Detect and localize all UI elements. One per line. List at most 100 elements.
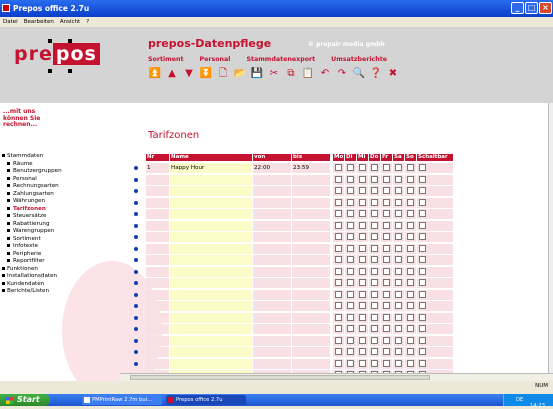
day-checkbox[interactable] bbox=[395, 198, 402, 206]
day-checkbox[interactable] bbox=[383, 187, 390, 194]
day-checkbox[interactable] bbox=[335, 198, 342, 206]
maximize-button[interactable]: □ bbox=[525, 2, 538, 14]
first-record-icon[interactable]: ⏫ bbox=[148, 67, 162, 81]
sidebar-item[interactable]: Steuersätze bbox=[2, 213, 62, 221]
day-checkbox[interactable] bbox=[335, 187, 342, 194]
nr-cell[interactable] bbox=[146, 209, 169, 219]
day-checkbox[interactable] bbox=[407, 290, 414, 298]
row-marker-icon[interactable] bbox=[134, 304, 138, 308]
nr-cell[interactable] bbox=[146, 335, 169, 346]
name-cell[interactable] bbox=[170, 255, 252, 265]
table-row[interactable] bbox=[134, 324, 456, 335]
day-checkbox[interactable] bbox=[335, 325, 342, 332]
close-icon[interactable]: ✖ bbox=[386, 67, 400, 81]
bis-cell[interactable] bbox=[292, 186, 330, 196]
day-checkbox[interactable] bbox=[395, 256, 402, 263]
von-cell[interactable] bbox=[253, 358, 291, 369]
day-checkbox[interactable] bbox=[383, 244, 390, 252]
von-cell[interactable] bbox=[253, 266, 291, 277]
day-checkbox[interactable] bbox=[383, 325, 390, 332]
table-row[interactable] bbox=[134, 347, 456, 358]
day-checkbox[interactable] bbox=[371, 348, 378, 355]
day-checkbox[interactable] bbox=[419, 210, 426, 217]
taskbar-item-prepos[interactable]: Prepos office 2.7u bbox=[166, 395, 246, 405]
row-marker-icon[interactable] bbox=[134, 315, 138, 320]
day-checkbox[interactable] bbox=[407, 187, 414, 194]
column-header[interactable]: Do bbox=[369, 154, 380, 161]
nr-cell[interactable] bbox=[146, 278, 169, 288]
table-row[interactable] bbox=[134, 278, 456, 289]
day-checkbox[interactable] bbox=[419, 187, 426, 194]
day-checkbox[interactable] bbox=[347, 267, 354, 275]
nr-cell[interactable] bbox=[146, 289, 169, 300]
day-checkbox[interactable] bbox=[359, 290, 366, 298]
day-checkbox[interactable] bbox=[419, 348, 426, 355]
day-checkbox[interactable] bbox=[383, 221, 390, 229]
nr-cell[interactable] bbox=[146, 174, 169, 185]
day-checkbox[interactable] bbox=[335, 256, 342, 263]
row-marker-icon[interactable] bbox=[134, 327, 138, 331]
column-header[interactable]: Sa bbox=[393, 154, 404, 161]
day-checkbox[interactable] bbox=[395, 336, 402, 344]
day-checkbox[interactable] bbox=[335, 336, 342, 344]
sidebar-item[interactable]: Rechnungsarten bbox=[2, 183, 62, 191]
name-cell[interactable] bbox=[170, 358, 252, 369]
table-row[interactable] bbox=[134, 209, 456, 220]
day-checkbox[interactable] bbox=[407, 233, 414, 240]
name-cell[interactable] bbox=[170, 197, 252, 208]
column-header[interactable]: Mi bbox=[357, 154, 368, 161]
day-checkbox[interactable] bbox=[419, 325, 426, 332]
day-checkbox[interactable] bbox=[347, 175, 354, 183]
von-cell[interactable] bbox=[253, 301, 291, 311]
day-checkbox[interactable] bbox=[347, 256, 354, 263]
language-indicator[interactable]: DE bbox=[516, 397, 523, 403]
day-checkbox[interactable] bbox=[395, 187, 402, 194]
scroll-thumb[interactable] bbox=[130, 375, 430, 380]
day-checkbox[interactable] bbox=[419, 267, 426, 275]
day-checkbox[interactable] bbox=[359, 187, 366, 194]
last-record-icon[interactable]: ⏬ bbox=[199, 67, 213, 81]
header-menu-item[interactable]: Stammdatenexport bbox=[246, 56, 315, 63]
day-checkbox[interactable] bbox=[371, 187, 378, 194]
row-marker-icon[interactable] bbox=[134, 177, 138, 182]
bis-cell[interactable] bbox=[292, 347, 330, 357]
name-cell[interactable] bbox=[170, 335, 252, 346]
sidebar-item[interactable]: Stammdaten bbox=[2, 153, 62, 161]
day-checkbox[interactable] bbox=[395, 290, 402, 298]
minimize-button[interactable]: _ bbox=[511, 2, 524, 14]
sidebar-item[interactable]: Installationsdaten bbox=[2, 273, 62, 281]
horizontal-scrollbar[interactable] bbox=[120, 373, 553, 381]
day-checkbox[interactable] bbox=[395, 348, 402, 355]
day-checkbox[interactable] bbox=[395, 210, 402, 217]
von-cell[interactable] bbox=[253, 347, 291, 357]
taskbar-item-pmprintraw[interactable]: PMPrintRaw 2.7m bui... bbox=[82, 395, 162, 405]
down-icon[interactable]: ▼ bbox=[182, 67, 196, 81]
nr-cell[interactable] bbox=[146, 266, 169, 277]
nr-cell[interactable] bbox=[146, 243, 169, 254]
sidebar-item[interactable]: Benutzergruppen bbox=[2, 168, 62, 176]
column-header[interactable]: Nr bbox=[146, 154, 169, 161]
paste-icon[interactable]: 📋 bbox=[301, 67, 315, 81]
bis-cell[interactable] bbox=[292, 209, 330, 219]
column-header[interactable]: bis bbox=[292, 154, 330, 161]
von-cell[interactable] bbox=[253, 278, 291, 288]
name-cell[interactable] bbox=[170, 289, 252, 300]
nr-cell[interactable]: 1 bbox=[146, 163, 169, 173]
copy-icon[interactable]: ⧉ bbox=[284, 67, 298, 81]
header-menu-item[interactable]: Personal bbox=[199, 56, 230, 63]
save-icon[interactable]: 💾 bbox=[250, 67, 264, 81]
day-checkbox[interactable] bbox=[359, 175, 366, 183]
table-row[interactable] bbox=[134, 335, 456, 347]
menu-item[interactable]: Datei bbox=[3, 19, 18, 25]
day-checkbox[interactable] bbox=[407, 336, 414, 344]
day-checkbox[interactable] bbox=[335, 359, 342, 367]
vertical-scrollbar[interactable] bbox=[548, 103, 553, 373]
row-marker-icon[interactable] bbox=[134, 350, 138, 354]
bis-cell[interactable] bbox=[292, 243, 330, 254]
row-marker-icon[interactable] bbox=[134, 200, 138, 205]
day-checkbox[interactable] bbox=[371, 325, 378, 332]
search-icon[interactable]: 🔍 bbox=[352, 67, 366, 81]
day-checkbox[interactable] bbox=[383, 348, 390, 355]
von-cell[interactable] bbox=[253, 174, 291, 185]
day-checkbox[interactable] bbox=[419, 256, 426, 263]
